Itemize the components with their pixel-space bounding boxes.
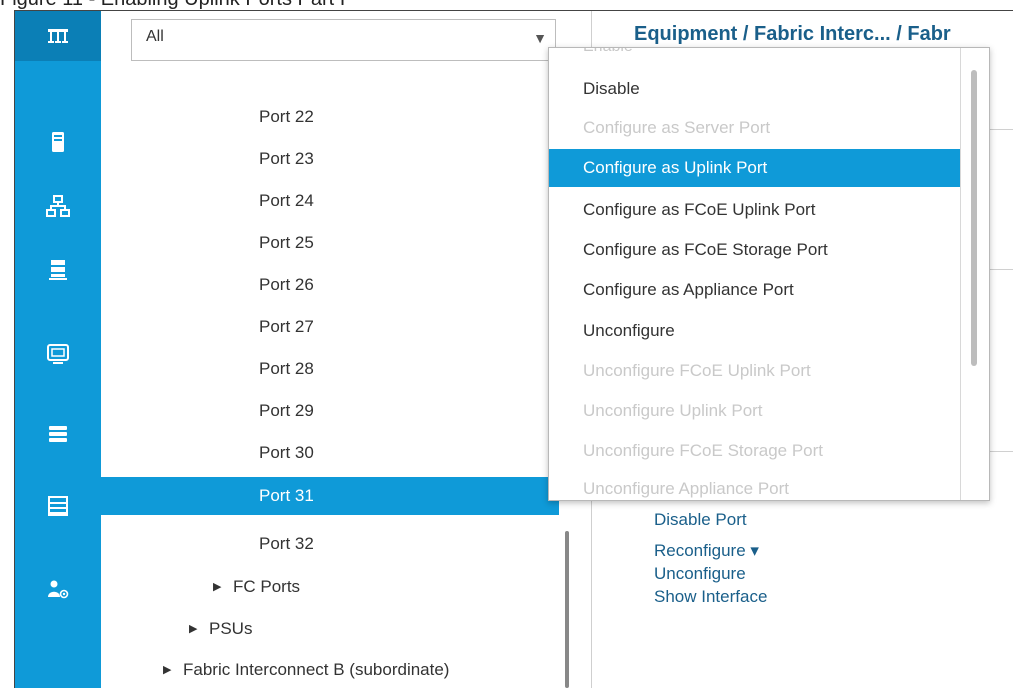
menu-item-unconfigure[interactable]: Unconfigure (549, 312, 961, 350)
lan-icon (46, 195, 70, 217)
tree-item-port-28[interactable]: Port 28 (101, 350, 559, 388)
tree-item-label: Port 29 (259, 401, 314, 420)
tree-item-fabric-interconnect-b[interactable]: ▶ Fabric Interconnect B (subordinate) (101, 651, 559, 688)
tree-item-label: Port 26 (259, 275, 314, 294)
show-interface-link[interactable]: Show Interface (654, 585, 767, 608)
rail-item-servers[interactable] (15, 117, 101, 167)
tree-item-port-32[interactable]: Port 32 (101, 525, 559, 563)
tree-item-label: Fabric Interconnect B (subordinate) (183, 660, 450, 679)
rail-item-storage[interactable] (15, 245, 101, 295)
server-icon (52, 132, 64, 152)
network-icon (48, 29, 68, 43)
menu-item-configure-uplink-port[interactable]: Configure as Uplink Port (549, 149, 961, 187)
menu-item-unconfigure-fcoe-storage-port[interactable]: Unconfigure FCoE Storage Port (549, 432, 961, 470)
menu-item-configure-fcoe-storage-port[interactable]: Configure as FCoE Storage Port (549, 231, 961, 269)
tree-item-label: Port 25 (259, 233, 314, 252)
rail-item-list[interactable] (15, 481, 101, 531)
tree-item-fc-ports[interactable]: ▶ FC Ports (101, 568, 559, 606)
expand-arrow-icon[interactable]: ▶ (213, 568, 221, 606)
rail-item-vm[interactable] (15, 329, 101, 379)
menu-item-enable-partial: Enable (583, 48, 633, 56)
tree-item-port-31[interactable]: Port 31 (101, 477, 559, 515)
tree-item-label: Port 22 (259, 107, 314, 126)
vm-icon (47, 344, 69, 364)
admin-icon (48, 580, 69, 599)
tree-item-port-23[interactable]: Port 23 (101, 140, 559, 178)
tree-item-port-29[interactable]: Port 29 (101, 392, 559, 430)
rail-item-lan[interactable] (15, 181, 101, 231)
storage-icon (49, 260, 67, 280)
tree-item-port-27[interactable]: Port 27 (101, 308, 559, 346)
expand-arrow-icon[interactable]: ▶ (163, 651, 171, 688)
disable-port-link[interactable]: Disable Port (654, 508, 767, 531)
tree-item-label: Port 32 (259, 534, 314, 553)
tree-item-label: Port 27 (259, 317, 314, 336)
menu-item-unconfigure-appliance-port[interactable]: Unconfigure Appliance Port (549, 470, 961, 500)
navigation-tree: All ▼ Port 22 Port 23 Port 24 Port 25 Po… (101, 11, 592, 688)
actions-list: Disable Port Reconfigure ▾ Unconfigure S… (654, 508, 767, 608)
tree-item-label: Port 31 (259, 486, 314, 505)
menu-scrollbar-track[interactable] (960, 48, 989, 500)
menu-item-configure-appliance-port[interactable]: Configure as Appliance Port (549, 271, 961, 309)
filter-value: All (146, 28, 164, 45)
tree-item-label: Port 24 (259, 191, 314, 210)
reconfigure-menu: Enable Disable Configure as Server Port … (548, 47, 990, 501)
tree-item-label: Port 28 (259, 359, 314, 378)
tree-item-label: Port 23 (259, 149, 314, 168)
tree-item-psus[interactable]: ▶ PSUs (101, 610, 559, 648)
breadcrumb[interactable]: Equipment / Fabric Interc... / Fabr (634, 23, 951, 46)
tree-item-port-26[interactable]: Port 26 (101, 266, 559, 304)
chassis-icon (49, 426, 67, 442)
figure-caption: Figure 11 - Enabling Uplink Ports Part I (0, 0, 1013, 10)
menu-item-unconfigure-fcoe-uplink-port[interactable]: Unconfigure FCoE Uplink Port (549, 352, 961, 390)
tree-item-port-30[interactable]: Port 30 (101, 434, 559, 472)
menu-item-configure-server-port[interactable]: Configure as Server Port (549, 109, 961, 147)
rail-item-equipment[interactable] (15, 11, 101, 61)
menu-item-configure-fcoe-uplink-port[interactable]: Configure as FCoE Uplink Port (549, 191, 961, 229)
tree-item-port-24[interactable]: Port 24 (101, 182, 559, 220)
reconfigure-link[interactable]: Reconfigure ▾ (654, 539, 767, 562)
menu-scrollbar-thumb[interactable] (971, 70, 977, 366)
tree-item-label: FC Ports (233, 577, 301, 596)
chevron-down-icon: ▼ (533, 30, 547, 46)
ucs-manager-window: All ▼ Port 22 Port 23 Port 24 Port 25 Po… (14, 10, 1013, 688)
nav-rail (15, 11, 101, 688)
expand-arrow-icon[interactable]: ▶ (189, 610, 197, 648)
unconfigure-link[interactable]: Unconfigure (654, 562, 767, 585)
tree-item-label: Port 30 (259, 443, 314, 462)
tree-item-port-22[interactable]: Port 22 (101, 98, 559, 136)
tree-item-port-25[interactable]: Port 25 (101, 224, 559, 262)
filter-dropdown[interactable]: All ▼ (131, 19, 556, 61)
tree-scrollbar[interactable] (565, 531, 569, 688)
tree-item-label: PSUs (209, 619, 253, 638)
rail-item-chassis[interactable] (15, 409, 101, 459)
list-icon (48, 496, 68, 516)
rail-item-admin[interactable] (15, 565, 101, 615)
menu-item-disable[interactable]: Disable (549, 70, 961, 108)
menu-item-unconfigure-uplink-port[interactable]: Unconfigure Uplink Port (549, 392, 961, 430)
